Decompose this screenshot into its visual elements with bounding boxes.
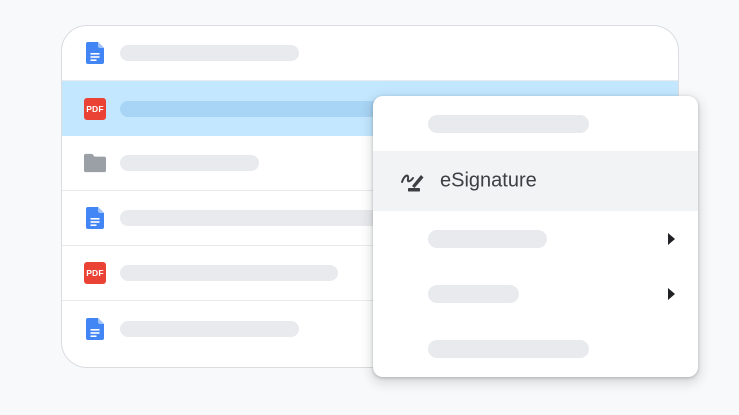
file-name-placeholder [120,320,299,337]
menu-item-esignature[interactable]: eSignature [373,151,698,211]
menu-item[interactable] [373,321,698,376]
google-doc-icon [84,42,106,64]
menu-item-placeholder [428,284,519,303]
signature-pen-icon [399,168,425,194]
file-name-placeholder [120,45,299,61]
menu-item[interactable] [373,96,698,151]
submenu-arrow-icon [668,287,675,300]
menu-item-label: eSignature [440,169,537,192]
pdf-badge: PDF [84,97,106,120]
menu-item-submenu[interactable] [373,211,698,266]
file-name-placeholder [120,210,400,226]
pdf-badge: PDF [84,262,106,284]
menu-item-placeholder [428,114,589,133]
pdf-icon: PDF [84,262,106,284]
file-name-placeholder [120,155,259,171]
google-doc-icon [84,207,106,229]
file-name-placeholder [120,265,338,281]
pdf-icon: PDF [84,97,106,120]
folder-icon [84,152,106,174]
context-menu: eSignature [373,96,698,377]
google-doc-icon [84,317,106,340]
menu-item-submenu[interactable] [373,266,698,321]
menu-item-placeholder [428,339,589,358]
file-row[interactable] [62,26,678,81]
submenu-arrow-icon [668,232,675,245]
menu-item-placeholder [428,229,547,248]
